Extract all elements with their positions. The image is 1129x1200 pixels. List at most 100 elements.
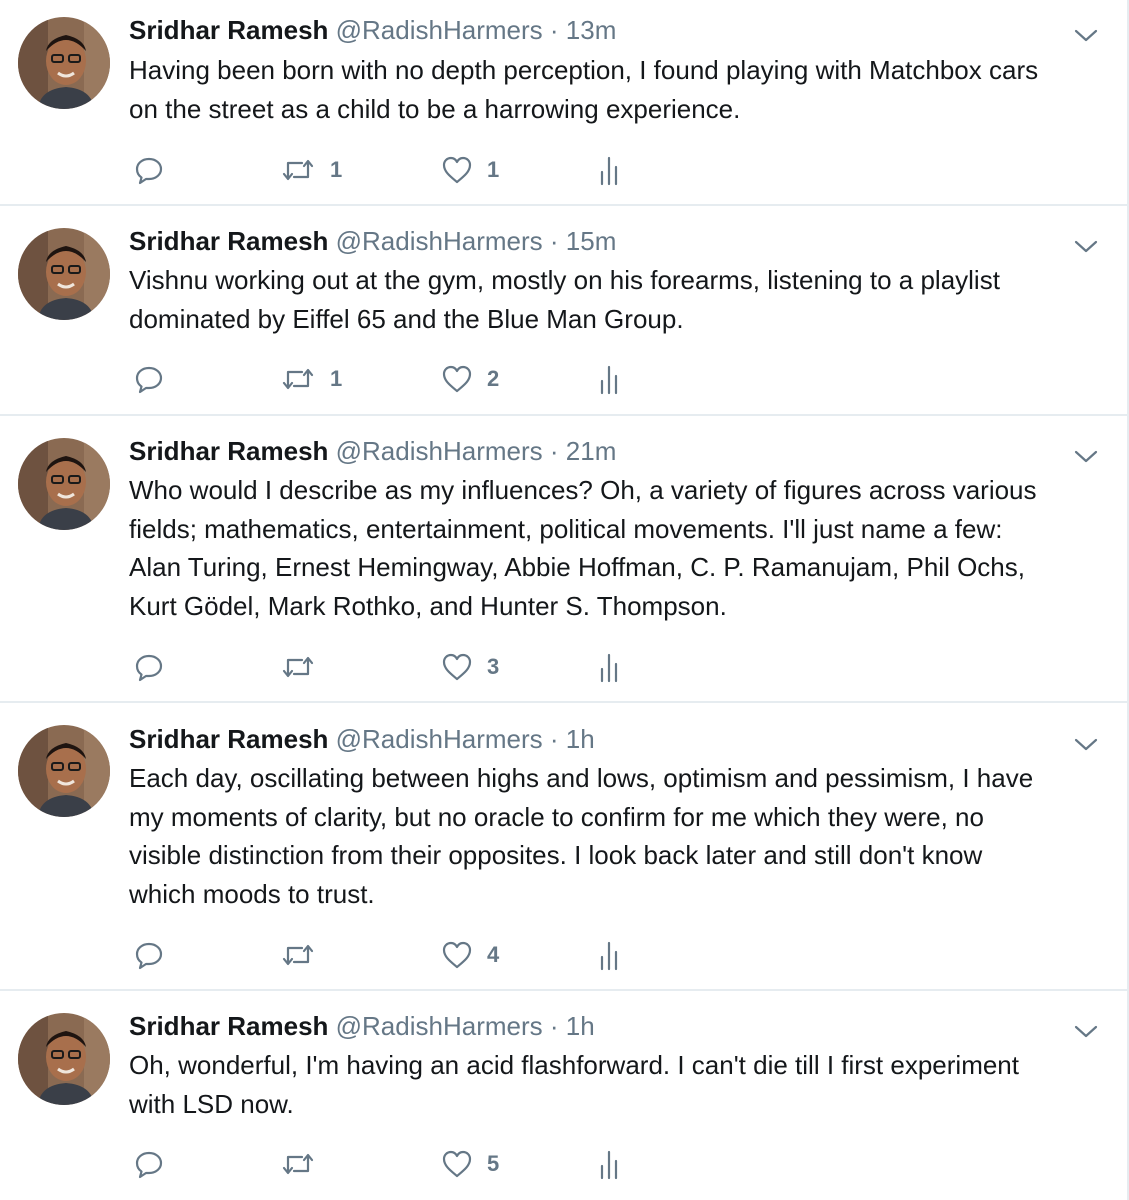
avatar-photo <box>18 438 110 530</box>
retweet-icon <box>282 368 314 390</box>
analytics-button[interactable] <box>597 647 623 687</box>
author-name[interactable]: Sridhar Ramesh <box>129 436 328 466</box>
timestamp[interactable]: 15m <box>566 226 617 256</box>
reply-icon <box>135 942 163 970</box>
chevron-down-icon[interactable] <box>1073 233 1099 259</box>
reply-icon <box>135 1151 163 1179</box>
retweet-icon <box>282 656 314 678</box>
tweet-text: Vishnu working out at the gym, mostly on… <box>129 265 1000 334</box>
tweet-actions: 5 <box>129 1144 729 1184</box>
analytics-button[interactable] <box>597 150 623 190</box>
separator: · <box>549 226 559 256</box>
tweet[interactable]: Sridhar Ramesh @RadishHarmers · 21m Who … <box>0 416 1127 703</box>
heart-icon <box>442 156 472 184</box>
analytics-button[interactable] <box>597 359 623 399</box>
retweet-button[interactable]: 1 <box>280 150 342 190</box>
retweet-count: 1 <box>330 157 343 182</box>
heart-icon <box>442 365 472 393</box>
tweet[interactable]: Sridhar Ramesh @RadishHarmers · 1h Oh, w… <box>0 991 1127 1200</box>
heart-icon <box>442 1150 472 1178</box>
separator: · <box>549 15 559 45</box>
reply-button[interactable] <box>133 359 179 399</box>
like-count: 2 <box>487 366 500 391</box>
retweet-icon <box>282 1153 314 1175</box>
tweet-header: Sridhar Ramesh @RadishHarmers · 1h <box>129 722 595 756</box>
tweet-feed: Sridhar Ramesh @RadishHarmers · 13m Havi… <box>0 0 1129 1200</box>
tweet[interactable]: Sridhar Ramesh @RadishHarmers · 13m Havi… <box>0 0 1127 206</box>
analytics-button[interactable] <box>597 935 623 975</box>
like-button[interactable]: 2 <box>441 359 499 399</box>
tweet[interactable]: Sridhar Ramesh @RadishHarmers · 15m Vish… <box>0 206 1127 416</box>
like-button[interactable]: 1 <box>441 150 499 190</box>
retweet-button[interactable] <box>280 647 330 687</box>
tweet-header: Sridhar Ramesh @RadishHarmers · 1h <box>129 1009 595 1043</box>
avatar[interactable] <box>18 228 110 320</box>
separator: · <box>549 436 559 466</box>
author-handle[interactable]: @RadishHarmers <box>336 226 543 256</box>
tweet[interactable]: Sridhar Ramesh @RadishHarmers · 1h Each … <box>0 703 1127 991</box>
retweet-count: 1 <box>330 366 343 391</box>
avatar-photo <box>18 17 110 109</box>
reply-button[interactable] <box>133 1144 179 1184</box>
retweet-button[interactable] <box>280 935 330 975</box>
tweet-actions: 4 <box>129 935 729 975</box>
chevron-down-icon[interactable] <box>1073 1018 1099 1044</box>
analytics-icon <box>600 653 618 683</box>
tweet-text: Oh, wonderful, I'm having an acid flashf… <box>129 1050 1019 1119</box>
retweet-icon <box>282 944 314 966</box>
reply-icon <box>135 366 163 394</box>
avatar[interactable] <box>18 725 110 817</box>
tweet-actions: 1 1 <box>129 150 729 190</box>
analytics-icon <box>600 156 618 186</box>
like-count: 1 <box>487 157 500 182</box>
author-name[interactable]: Sridhar Ramesh <box>129 15 328 45</box>
heart-icon <box>442 653 472 681</box>
timestamp[interactable]: 1h <box>566 1011 595 1041</box>
chevron-down-icon[interactable] <box>1073 443 1099 469</box>
like-count: 3 <box>487 654 500 679</box>
separator: · <box>549 724 559 754</box>
like-button[interactable]: 4 <box>441 935 499 975</box>
author-handle[interactable]: @RadishHarmers <box>336 15 543 45</box>
author-name[interactable]: Sridhar Ramesh <box>129 1011 328 1041</box>
retweet-button[interactable] <box>280 1144 330 1184</box>
analytics-icon <box>600 1150 618 1180</box>
timestamp[interactable]: 21m <box>566 436 617 466</box>
author-name[interactable]: Sridhar Ramesh <box>129 226 328 256</box>
chevron-down-icon[interactable] <box>1073 22 1099 48</box>
reply-button[interactable] <box>133 647 179 687</box>
like-count: 5 <box>487 1151 500 1176</box>
analytics-icon <box>600 941 618 971</box>
tweet-actions: 1 2 <box>129 359 729 399</box>
analytics-icon <box>600 365 618 395</box>
avatar[interactable] <box>18 1013 110 1105</box>
tweet-actions: 3 <box>129 647 729 687</box>
tweet-text: Who would I describe as my influences? O… <box>129 475 1037 621</box>
separator: · <box>549 1011 559 1041</box>
reply-button[interactable] <box>133 935 179 975</box>
tweet-header: Sridhar Ramesh @RadishHarmers · 15m <box>129 224 616 258</box>
reply-button[interactable] <box>133 150 179 190</box>
avatar[interactable] <box>18 438 110 530</box>
tweet-text: Having been born with no depth perceptio… <box>129 55 1039 124</box>
like-button[interactable]: 3 <box>441 647 499 687</box>
chevron-down-icon[interactable] <box>1073 731 1099 757</box>
avatar[interactable] <box>18 17 110 109</box>
reply-icon <box>135 157 163 185</box>
tweet-text: Each day, oscillating between highs and … <box>129 763 1034 909</box>
analytics-button[interactable] <box>597 1144 623 1184</box>
avatar-photo <box>18 1013 110 1105</box>
timestamp[interactable]: 13m <box>566 15 617 45</box>
author-name[interactable]: Sridhar Ramesh <box>129 724 328 754</box>
author-handle[interactable]: @RadishHarmers <box>336 724 543 754</box>
tweet-header: Sridhar Ramesh @RadishHarmers · 13m <box>129 13 616 47</box>
like-button[interactable]: 5 <box>441 1144 499 1184</box>
retweet-icon <box>282 159 314 181</box>
author-handle[interactable]: @RadishHarmers <box>336 436 543 466</box>
like-count: 4 <box>487 942 500 967</box>
reply-icon <box>135 654 163 682</box>
author-handle[interactable]: @RadishHarmers <box>336 1011 543 1041</box>
retweet-button[interactable]: 1 <box>280 359 342 399</box>
timestamp[interactable]: 1h <box>566 724 595 754</box>
avatar-photo <box>18 228 110 320</box>
